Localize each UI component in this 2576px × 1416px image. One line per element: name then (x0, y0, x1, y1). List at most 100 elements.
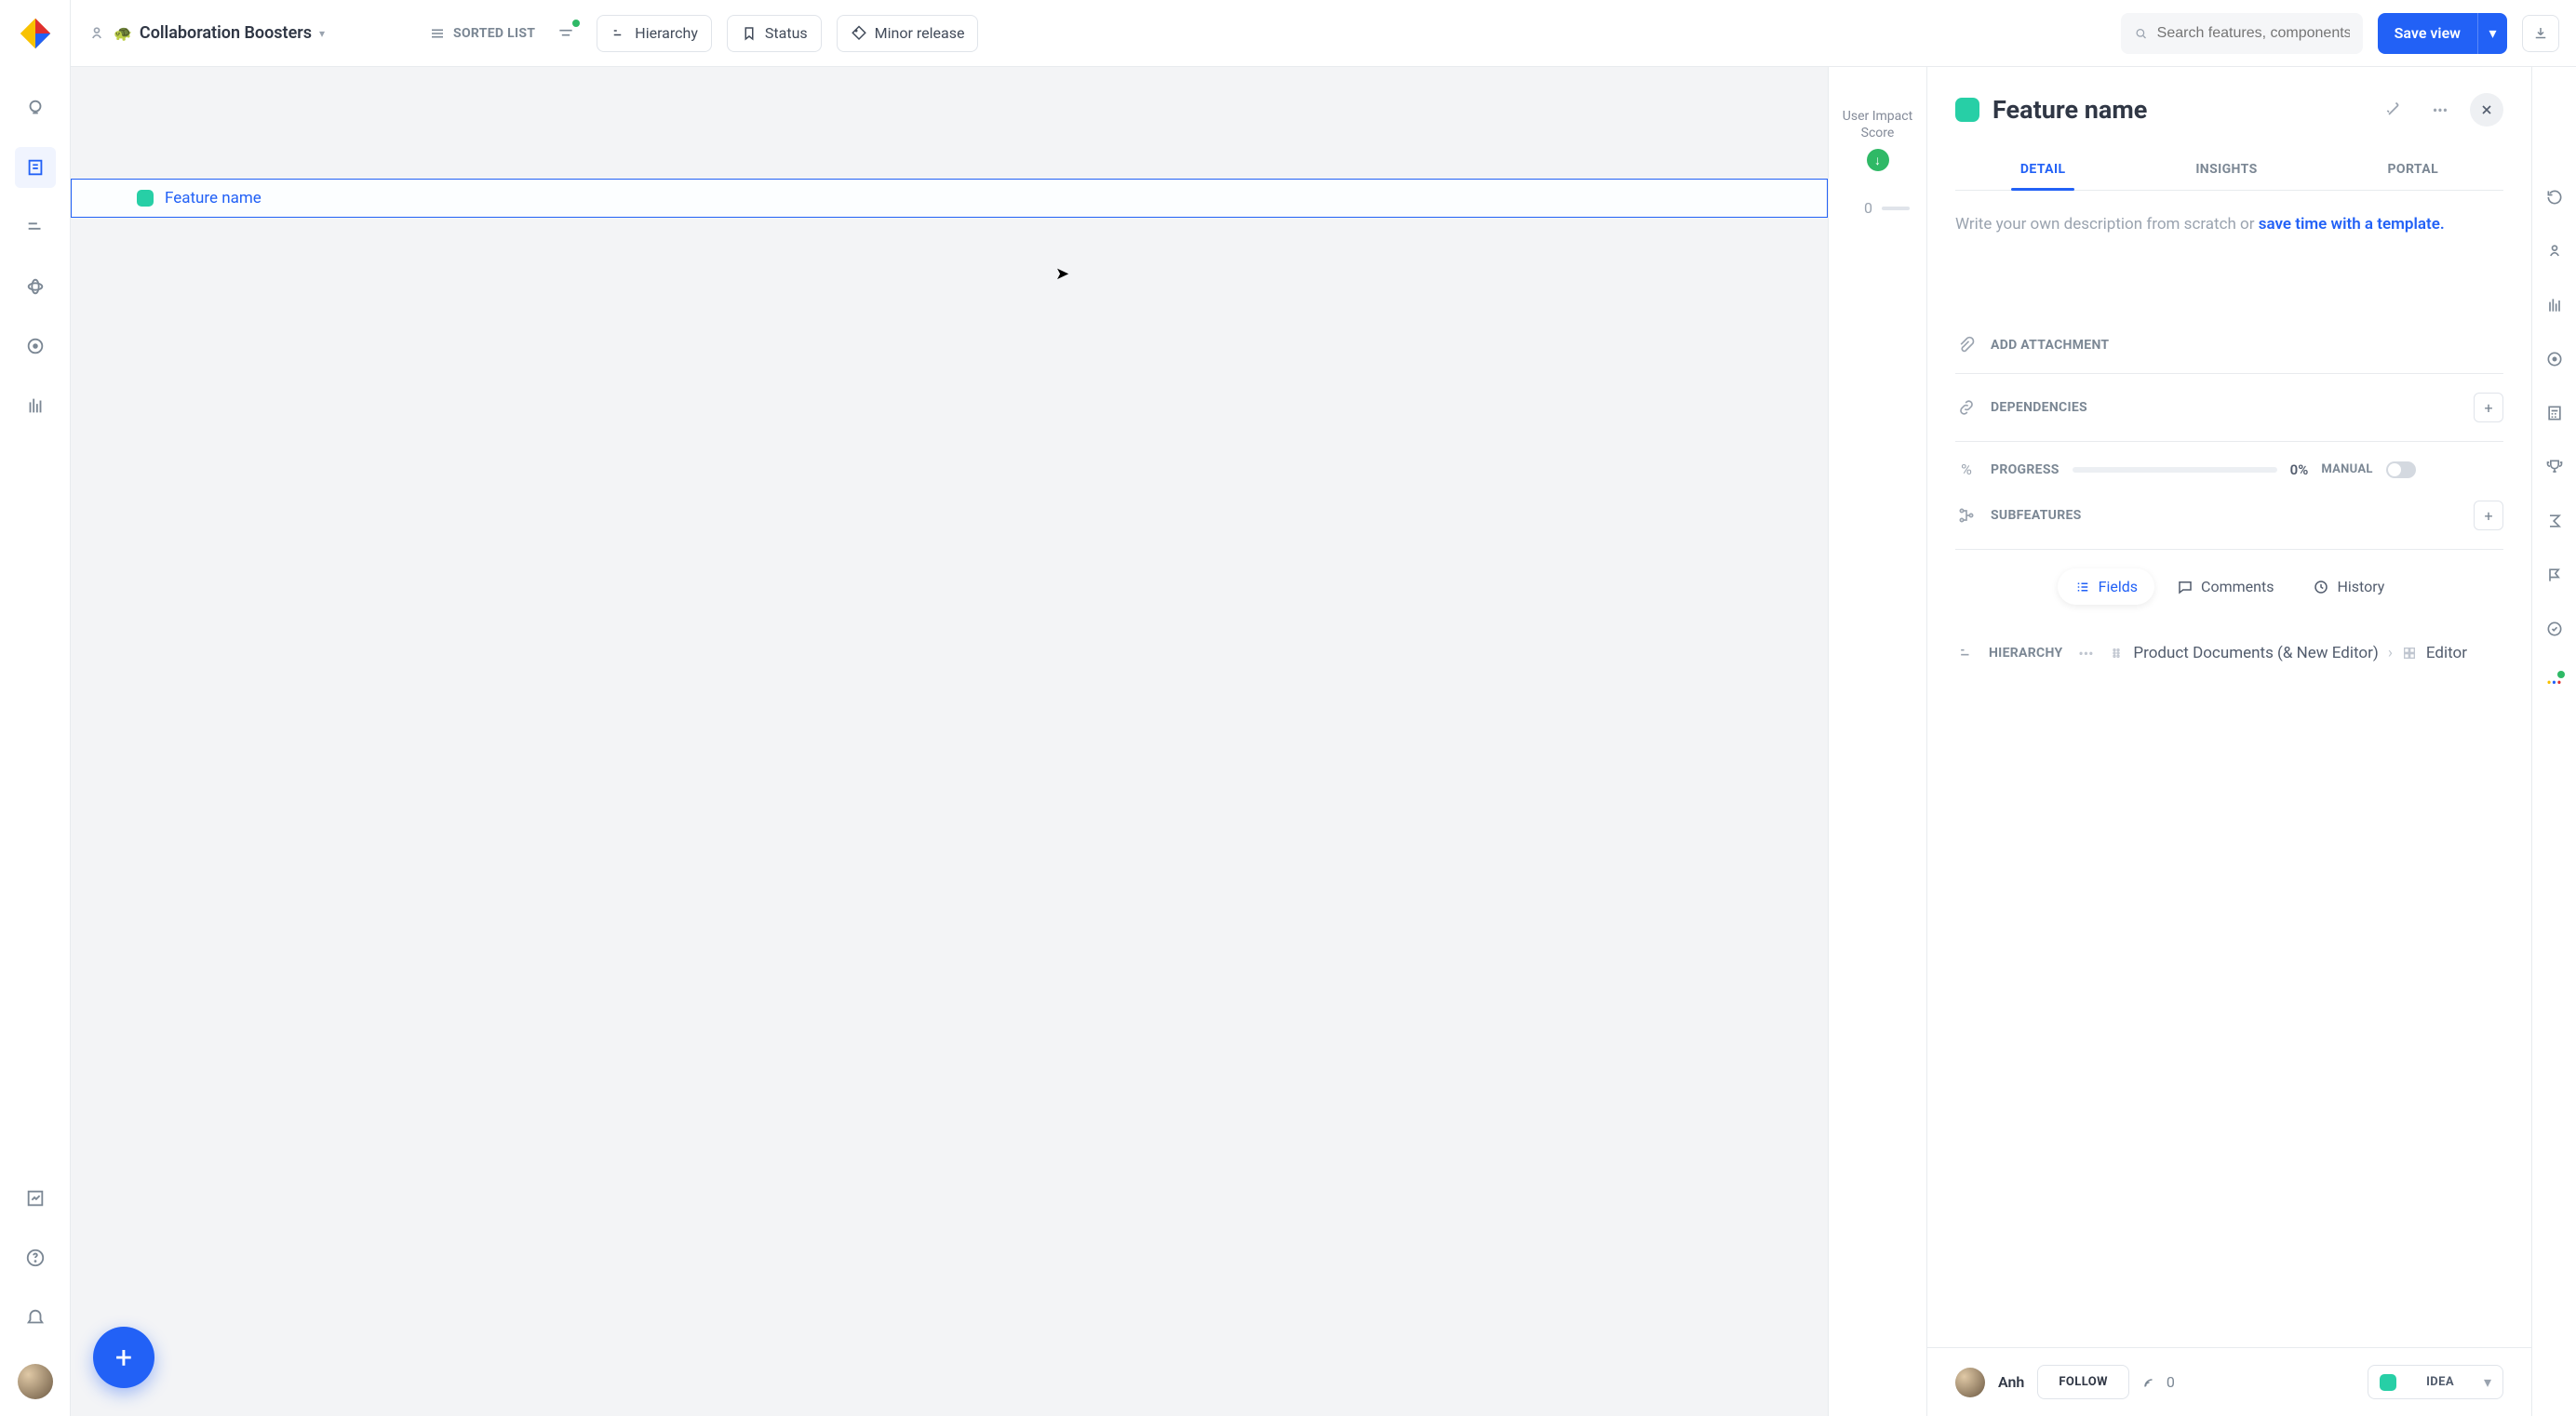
score-cell: 0 (1829, 199, 1926, 217)
target-icon[interactable] (15, 326, 56, 367)
add-dependency-button[interactable]: + (2474, 393, 2503, 422)
attachment-section[interactable]: ADD ATTACHMENT (1955, 317, 2503, 373)
breadcrumb[interactable]: 🐢 Collaboration Boosters ▾ (87, 23, 325, 43)
left-nav-rail (0, 0, 71, 1416)
magic-wand-button[interactable] (2377, 93, 2410, 127)
tab-portal[interactable]: PORTAL (2378, 149, 2448, 190)
add-subfeature-button[interactable]: + (2474, 501, 2503, 530)
signal-icon (2142, 1374, 2159, 1391)
template-link[interactable]: save time with a template. (2259, 215, 2445, 234)
status-color-chip (2380, 1374, 2396, 1391)
roadmap-icon[interactable] (15, 207, 56, 247)
flag-icon[interactable] (2545, 566, 2564, 588)
hierarchy-leaf[interactable]: Editor (2426, 644, 2467, 662)
building-icon[interactable] (15, 385, 56, 426)
reports-icon[interactable] (15, 1178, 56, 1219)
create-button[interactable]: + (93, 1327, 154, 1388)
percent-icon: % (1955, 461, 1978, 478)
follow-button[interactable]: FOLLOW (2037, 1365, 2129, 1399)
hierarchy-icon (610, 25, 627, 42)
description-placeholder[interactable]: Write your own description from scratch … (1955, 215, 2503, 234)
topbar: 🐢 Collaboration Boosters ▾ SORTED LIST H… (71, 0, 2576, 67)
chevron-down-icon[interactable]: ▾ (2477, 13, 2507, 54)
dependencies-section: DEPENDENCIES + (1955, 373, 2503, 441)
history-icon (2313, 579, 2329, 595)
strategy-icon[interactable] (15, 266, 56, 307)
panel-footer: Anh FOLLOW 0 IDEA ▾ (1927, 1347, 2531, 1416)
chevron-down-icon: ▾ (2484, 1373, 2491, 1391)
save-view-button[interactable]: Save view ▾ (2378, 13, 2507, 54)
feature-title[interactable]: Feature name (1992, 95, 2364, 125)
signal-count[interactable]: 0 (2142, 1373, 2175, 1391)
tag-icon (851, 25, 867, 42)
hierarchy-more-button[interactable]: ••• (2073, 636, 2098, 670)
attachment-icon (1955, 336, 1978, 354)
hierarchy-row: HIERARCHY ••• Product Documents (& New E… (1955, 623, 2503, 683)
download-icon (2532, 25, 2549, 42)
sort-direction-badge[interactable]: ↓ (1867, 149, 1889, 171)
building-icon[interactable] (2545, 296, 2564, 318)
progress-bar[interactable] (2073, 467, 2277, 473)
drag-handle-icon[interactable] (2109, 646, 2124, 661)
trophy-icon[interactable] (2545, 458, 2564, 480)
help-icon[interactable] (15, 1237, 56, 1278)
status-filter[interactable]: Status (727, 15, 822, 52)
right-rail: ••• (2531, 67, 2576, 1416)
owner-avatar[interactable] (1955, 1368, 1985, 1397)
check-circle-icon[interactable] (2545, 620, 2564, 642)
link-icon (1955, 398, 1978, 417)
pill-tabs: Fields Comments History (1955, 549, 2503, 623)
progress-value: 0% (2290, 461, 2309, 478)
tree-icon (1955, 506, 1978, 525)
owner-placeholder-icon (87, 24, 106, 43)
user-icon[interactable] (2545, 242, 2564, 264)
pill-fields[interactable]: Fields (2058, 568, 2154, 605)
release-filter[interactable]: Minor release (837, 15, 979, 52)
bookmark-icon (741, 25, 758, 42)
pill-history[interactable]: History (2296, 568, 2401, 605)
user-avatar[interactable] (18, 1364, 53, 1399)
manual-label: MANUAL (2321, 462, 2372, 476)
feature-row-title[interactable]: Feature name (165, 189, 262, 207)
download-button[interactable] (2522, 15, 2559, 52)
notifications-icon[interactable] (15, 1297, 56, 1338)
status-color-chip (137, 190, 154, 207)
search-input[interactable] (2157, 25, 2350, 42)
filter-icon (557, 24, 575, 43)
more-colored-icon[interactable]: ••• (2546, 674, 2561, 691)
detail-panel: Feature name ••• DETAIL INSIGHTS PORTAL … (1926, 67, 2531, 1416)
comment-icon (2177, 579, 2194, 595)
component-icon (2402, 646, 2417, 661)
chevron-right-icon: › (2388, 644, 2393, 662)
fields-icon (2074, 579, 2091, 595)
hierarchy-filter[interactable]: Hierarchy (597, 15, 712, 52)
ideas-icon[interactable] (15, 87, 56, 128)
progress-section: % PROGRESS 0% MANUAL (1955, 441, 2503, 497)
filter-active-dot (572, 20, 580, 27)
app-logo[interactable] (19, 17, 52, 50)
search-box[interactable] (2121, 13, 2363, 54)
sigma-icon[interactable] (2545, 512, 2564, 534)
chevron-down-icon: ▾ (319, 27, 325, 40)
list-icon (429, 25, 446, 42)
feature-row[interactable]: Feature name (71, 179, 1828, 218)
owner-name[interactable]: Anh (1998, 1373, 2024, 1391)
pill-comments[interactable]: Comments (2160, 568, 2290, 605)
history-icon[interactable] (2545, 188, 2564, 210)
tab-insights[interactable]: INSIGHTS (2186, 149, 2266, 190)
filter-button[interactable] (550, 18, 582, 49)
close-button[interactable] (2470, 93, 2503, 127)
sorted-list-button[interactable]: SORTED LIST (429, 25, 535, 42)
hierarchy-icon (1955, 644, 1978, 662)
calculator-icon[interactable] (2545, 404, 2564, 426)
status-color-chip[interactable] (1955, 98, 1979, 122)
features-icon[interactable] (15, 147, 56, 188)
manual-toggle[interactable] (2386, 461, 2416, 478)
target-icon[interactable] (2545, 350, 2564, 372)
tab-detail[interactable]: DETAIL (2011, 149, 2075, 190)
subfeatures-section: SUBFEATURES + (1955, 497, 2503, 549)
hierarchy-parent[interactable]: Product Documents (& New Editor) (2133, 644, 2378, 662)
more-button[interactable]: ••• (2423, 93, 2457, 127)
project-emoji: 🐢 (114, 24, 132, 42)
status-picker[interactable]: IDEA ▾ (2368, 1365, 2503, 1399)
